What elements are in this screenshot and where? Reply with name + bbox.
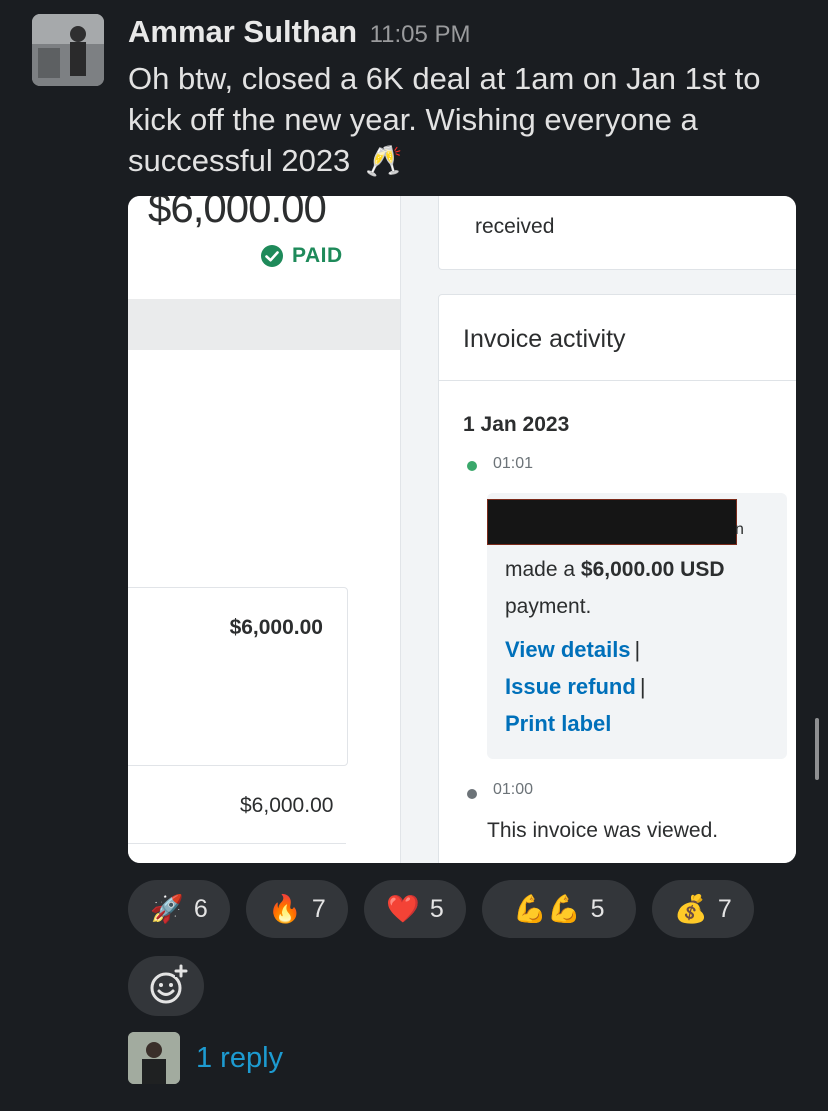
reaction-fire[interactable]: 🔥 7 (246, 880, 348, 938)
line-item-amount: $6,000.00 (229, 616, 323, 639)
received-label: received (475, 215, 555, 238)
rocket-emoji: 🚀 (150, 893, 184, 924)
check-circle-icon (260, 244, 284, 268)
payment-actions: View details | Issue refund | Print label (505, 631, 646, 742)
smiley-plus-icon (128, 964, 204, 1020)
message-text: Oh btw, closed a 6K deal at 1am on Jan 1… (128, 58, 808, 182)
reaction-count: 6 (193, 894, 208, 923)
event-time: 01:00 (493, 781, 534, 798)
payment-text-pre: made a (505, 558, 581, 581)
fire-emoji: 🔥 (268, 893, 302, 924)
issue-refund-link[interactable]: Issue refund (505, 674, 636, 699)
author-name[interactable]: Ammar Sulthan (128, 14, 357, 49)
viewed-event-text: This invoice was viewed. (487, 819, 719, 842)
link-separator: | (634, 637, 641, 662)
total-row-amount: $6,000.00 (240, 794, 334, 817)
line-item-box: $6,000.00 (128, 587, 348, 766)
money-bag-emoji: 💰 (674, 893, 708, 924)
amount-received-card: received (438, 196, 796, 270)
flexed-biceps-emoji: 💪💪 (513, 893, 581, 924)
thread-replies-link[interactable]: 1 reply (196, 1042, 283, 1075)
reaction-money-bag[interactable]: 💰 7 (652, 880, 754, 938)
reaction-count: 5 (429, 894, 444, 923)
divider (439, 380, 796, 381)
invoice-activity-title: Invoice activity (463, 325, 626, 353)
invoice-screenshot-attachment[interactable]: $6,000.00 PAID $6,000.00 $6,000.00 recei… (128, 196, 796, 863)
invoice-activity-card: Invoice activity 1 Jan 2023 01:01 n made… (438, 294, 796, 863)
message-timestamp[interactable]: 11:05 PM (370, 21, 471, 48)
payment-amount: $6,000.00 USD (580, 558, 725, 581)
reaction-heart[interactable]: ❤️ 5 (364, 880, 466, 938)
author-avatar[interactable] (32, 14, 104, 86)
divider (128, 843, 346, 844)
paid-status-label: PAID (292, 244, 343, 267)
activity-date: 1 Jan 2023 (463, 413, 570, 436)
reaction-count: 7 (311, 894, 326, 923)
payment-event-box: n made a $6,000.00 USD payment. View det… (487, 493, 787, 759)
payment-text-post: payment. (505, 595, 592, 618)
invoice-summary-pane: $6,000.00 PAID $6,000.00 $6,000.00 (128, 196, 401, 863)
event-time: 01:01 (493, 455, 534, 472)
clinking-glasses-emoji: 🥂 (364, 145, 403, 178)
reaction-flexed-biceps[interactable]: 💪💪 5 (482, 880, 636, 938)
invoice-total-amount: $6,000.00 (148, 196, 327, 231)
paid-status-badge: PAID (260, 244, 343, 268)
reaction-count: 5 (590, 894, 605, 923)
add-reaction-button[interactable] (128, 956, 204, 1016)
view-details-link[interactable]: View details (505, 637, 631, 662)
reply-avatar[interactable] (128, 1032, 180, 1084)
heart-emoji: ❤️ (386, 893, 420, 924)
payment-description: made a $6,000.00 USD payment. (505, 551, 765, 625)
message-header: Ammar Sulthan 11:05 PM (128, 14, 471, 50)
status-dot-icon (467, 461, 477, 471)
scrollbar[interactable] (815, 718, 819, 780)
print-label-link[interactable]: Print label (505, 711, 611, 736)
redaction-tail: n (735, 521, 744, 538)
redacted-payer-name (487, 499, 737, 545)
status-dot-icon (467, 789, 477, 799)
message-body: Oh btw, closed a 6K deal at 1am on Jan 1… (128, 61, 761, 178)
section-header-band (128, 299, 400, 350)
reaction-rocket[interactable]: 🚀 6 (128, 880, 230, 938)
reaction-count: 7 (717, 894, 732, 923)
link-separator: | (639, 674, 646, 699)
